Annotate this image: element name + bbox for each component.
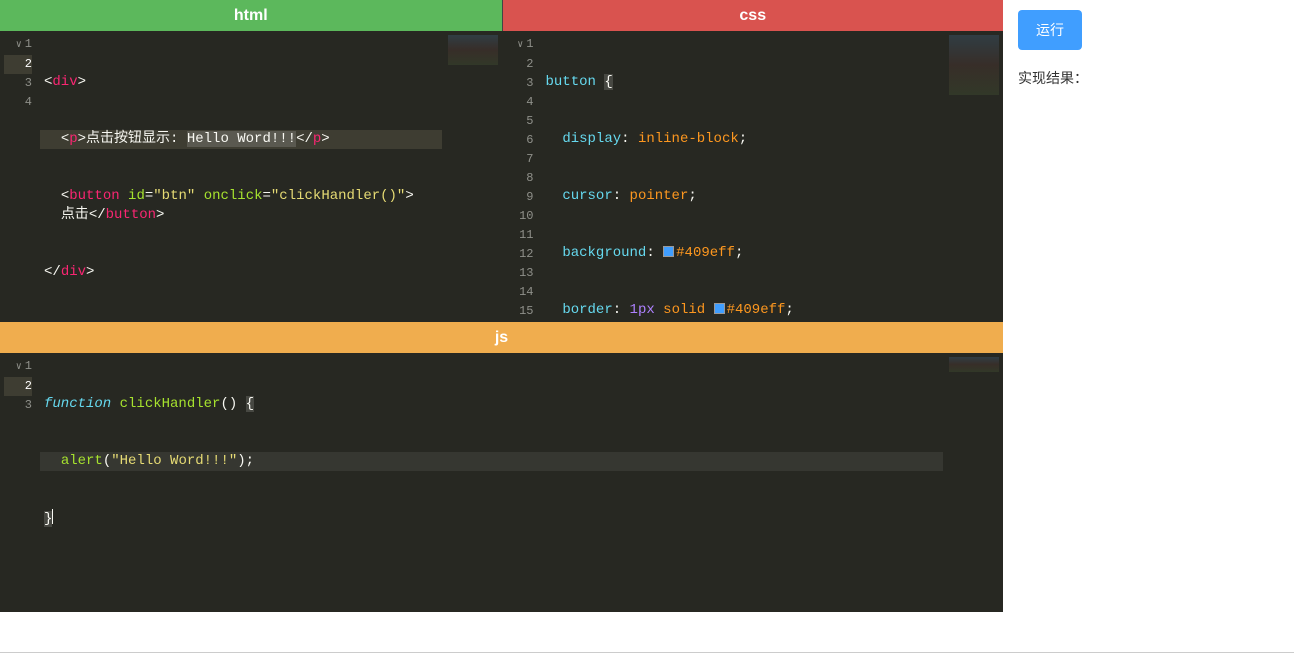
- html-header: html: [0, 0, 502, 31]
- css-pane: css ∨1 2 3 4 5 6 7 8 9 10 11 12: [502, 0, 1004, 322]
- js-pane: js ∨1 2 3 function clickHandler() { aler…: [0, 322, 1003, 612]
- result-panel: 运行 实现结果：: [1003, 0, 1294, 612]
- js-editor[interactable]: ∨1 2 3 function clickHandler() { alert("…: [0, 353, 1003, 612]
- fold-icon[interactable]: ∨: [13, 36, 25, 55]
- js-code[interactable]: function clickHandler() { alert("Hello W…: [40, 353, 943, 612]
- divider: [0, 652, 1294, 653]
- css-gutter: ∨1 2 3 4 5 6 7 8 9 10 11 12 13 14: [502, 31, 542, 322]
- color-swatch-icon: [714, 303, 725, 314]
- run-button[interactable]: 运行: [1018, 10, 1082, 50]
- css-minimap[interactable]: [943, 31, 1003, 322]
- css-header: css: [502, 0, 1004, 31]
- css-code[interactable]: button { display: inline-block; cursor: …: [542, 31, 944, 322]
- html-editor[interactable]: ∨1 2 3 4 <div> <p>点击按钮显示: Hello Word!!!<…: [0, 31, 502, 322]
- html-gutter: ∨1 2 3 4: [0, 31, 40, 322]
- result-label: 实现结果：: [1018, 68, 1279, 88]
- color-swatch-icon: [663, 246, 674, 257]
- fold-icon[interactable]: ∨: [13, 358, 25, 377]
- js-gutter: ∨1 2 3: [0, 353, 40, 612]
- fold-icon[interactable]: ∨: [514, 36, 526, 55]
- editor-panels: html ∨1 2 3 4 <div> <p>点击按钮显示: Hello Wor…: [0, 0, 1003, 612]
- html-code[interactable]: <div> <p>点击按钮显示: Hello Word!!!</p> <butt…: [40, 31, 442, 322]
- js-header: js: [0, 322, 1003, 353]
- html-pane: html ∨1 2 3 4 <div> <p>点击按钮显示: Hello Wor…: [0, 0, 502, 322]
- html-minimap[interactable]: [442, 31, 502, 322]
- css-editor[interactable]: ∨1 2 3 4 5 6 7 8 9 10 11 12 13 14: [502, 31, 1004, 322]
- js-minimap[interactable]: [943, 353, 1003, 612]
